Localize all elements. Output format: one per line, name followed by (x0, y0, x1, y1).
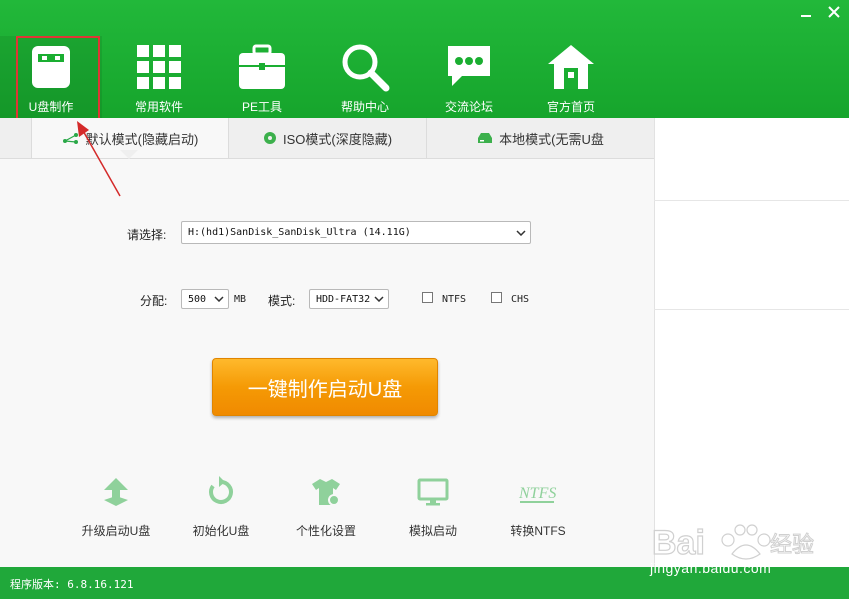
svg-text:经验: 经验 (770, 533, 814, 558)
tool-upgrade-usb[interactable]: 升级启动U盘 (66, 472, 166, 542)
app-window: U盘制作 常用软件 PE工具 帮助中心 交流论坛 官方首页 默认模式(隐藏启动)… (0, 0, 849, 599)
chs-label: CHS (511, 294, 530, 305)
upgrade-icon (104, 478, 128, 506)
device-select[interactable]: H:(hd1)SanDisk_SanDisk_Ultra (14.11G) (181, 221, 531, 244)
monitor-icon (417, 478, 449, 506)
tool-init-usb[interactable]: 初始化U盘 (171, 472, 271, 542)
device-select-label: 请选择: (127, 228, 167, 242)
tool-label: 个性化设置 (295, 524, 356, 538)
svg-text:Bai: Bai (652, 524, 705, 562)
watermark-url: jingyan.baidu.com (650, 560, 772, 576)
partition-label: 分配: (140, 294, 168, 308)
chevron-down-icon (374, 296, 384, 302)
partition-unit: MB (234, 294, 247, 305)
chs-checkbox[interactable] (491, 292, 502, 303)
chevron-down-icon (214, 296, 224, 302)
version-text: 程序版本: 6.8.16.121 (10, 578, 134, 591)
device-select-value: H:(hd1)SanDisk_SanDisk_Ultra (14.11G) (188, 227, 411, 238)
ntfs-label: NTFS (442, 294, 467, 305)
mode-select[interactable]: HDD-FAT32 (309, 289, 389, 309)
tool-convert-ntfs[interactable]: NTFS 转换NTFS (488, 472, 588, 542)
mode-value: HDD-FAT32 (316, 293, 371, 305)
ntfs-checkbox[interactable] (422, 292, 433, 303)
svg-text:NTFS: NTFS (518, 485, 556, 502)
tool-label: 转换NTFS (510, 524, 566, 538)
chevron-down-icon (516, 229, 526, 236)
partition-size-select[interactable]: 500 (181, 289, 229, 309)
shirt-settings-icon (312, 479, 340, 506)
tool-label: 初始化U盘 (192, 524, 250, 538)
tool-personalize[interactable]: 个性化设置 (276, 472, 376, 542)
tool-label: 模拟启动 (408, 524, 457, 538)
reset-icon (209, 476, 233, 504)
partition-size-value: 500 (188, 293, 207, 305)
ntfs-icon: NTFS (518, 485, 556, 503)
tool-simulate-boot[interactable]: 模拟启动 (383, 472, 483, 542)
tool-label: 升级启动U盘 (81, 524, 151, 538)
mode-label: 模式: (268, 294, 296, 308)
one-click-make-button[interactable]: 一键制作启动U盘 (212, 358, 438, 416)
